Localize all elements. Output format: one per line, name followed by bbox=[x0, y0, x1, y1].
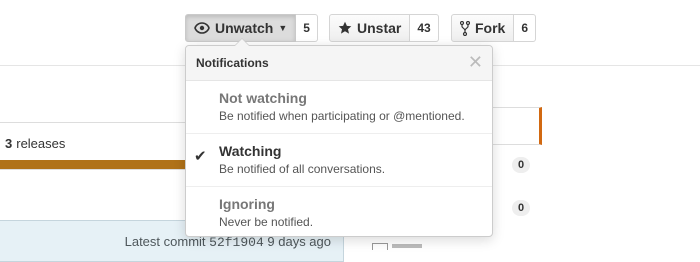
stars-count[interactable]: 43 bbox=[410, 14, 439, 42]
option-description: Never be notified. bbox=[219, 215, 314, 229]
option-watching[interactable]: ✔ Watching Be notified of all conversati… bbox=[186, 134, 492, 187]
fork-label: Fork bbox=[475, 20, 506, 36]
unwatch-label: Unwatch bbox=[215, 20, 274, 36]
option-not-watching[interactable]: Not watching Be notified when participat… bbox=[186, 81, 492, 134]
releases-count: 3 bbox=[5, 136, 13, 151]
watchers-count[interactable]: 5 bbox=[296, 14, 318, 42]
check-icon: ✔ bbox=[194, 148, 207, 165]
chevron-down-icon: ▼ bbox=[278, 23, 288, 33]
option-ignoring[interactable]: Ignoring Never be notified. bbox=[186, 187, 492, 239]
sidebar-item-label bbox=[392, 244, 422, 248]
star-button-group: Unstar 43 bbox=[329, 14, 439, 42]
unstar-button[interactable]: Unstar bbox=[329, 14, 411, 42]
releases-link[interactable]: 3 releases bbox=[1, 136, 65, 151]
option-name: Watching bbox=[219, 143, 282, 159]
close-icon[interactable]: ✕ bbox=[468, 53, 483, 71]
option-name: Ignoring bbox=[219, 196, 275, 212]
watch-button-group: Unwatch ▼ 5 bbox=[185, 14, 318, 42]
list-icon bbox=[372, 243, 388, 250]
counter-badge: 0 bbox=[512, 157, 530, 173]
option-name: Not watching bbox=[219, 90, 307, 106]
fork-button-group: Fork 6 bbox=[451, 14, 537, 42]
notifications-dropdown: Notifications ✕ Not watching Be notified… bbox=[185, 38, 493, 239]
option-description: Be notified of all conversations. bbox=[219, 162, 386, 176]
releases-label: releases bbox=[16, 136, 66, 151]
option-description: Be notified when participating or @menti… bbox=[219, 109, 465, 123]
counter-badge: 0 bbox=[512, 200, 530, 216]
fork-icon bbox=[460, 20, 470, 36]
eye-icon bbox=[194, 22, 210, 34]
dropdown-header: Notifications ✕ bbox=[186, 46, 492, 81]
star-icon bbox=[338, 21, 352, 35]
forks-count[interactable]: 6 bbox=[514, 14, 537, 42]
unstar-label: Unstar bbox=[357, 20, 402, 36]
fork-button[interactable]: Fork bbox=[451, 14, 515, 42]
dropdown-title: Notifications bbox=[196, 56, 269, 70]
